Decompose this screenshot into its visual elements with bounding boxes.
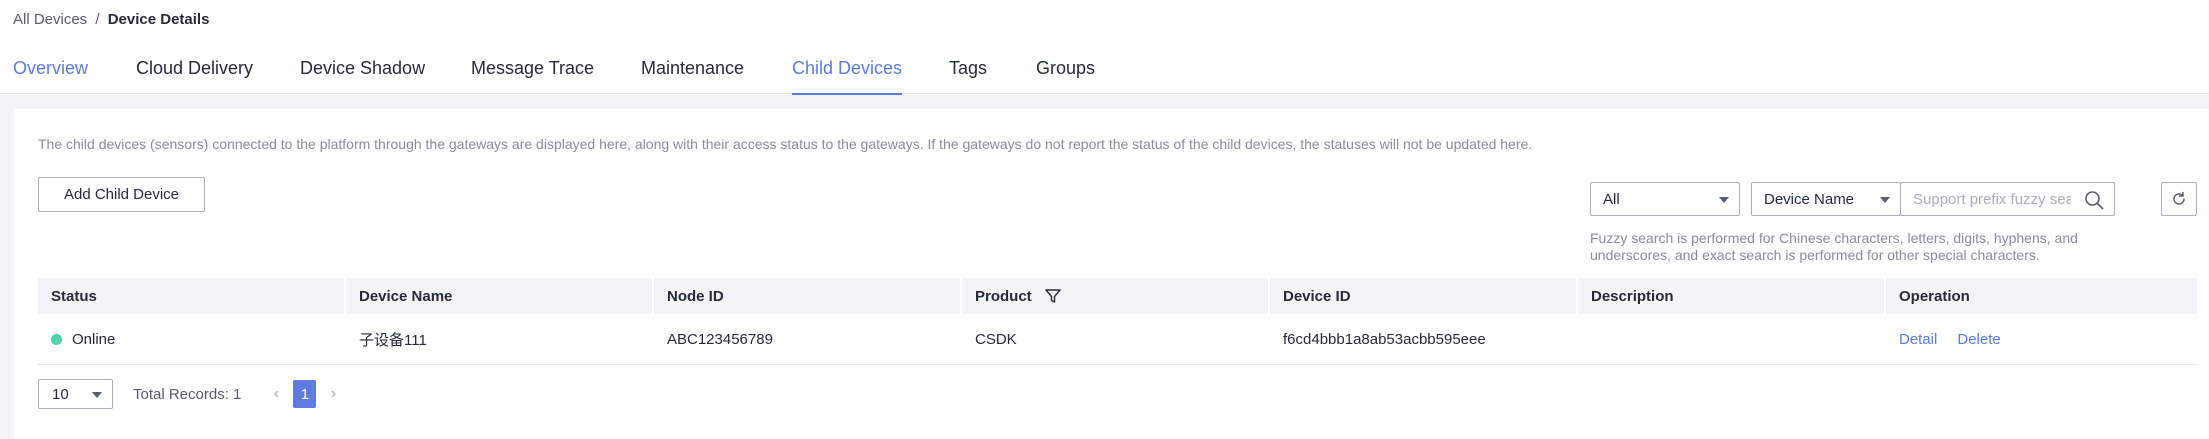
child-devices-hint: The child devices (sensors) connected to… — [38, 136, 1533, 152]
fuzzy-search-note: Fuzzy search is performed for Chinese ch… — [1590, 230, 2078, 263]
table-header: Status Device Name Node ID Product Devic… — [38, 278, 2197, 314]
status-cell: Online — [38, 314, 346, 364]
node-id-cell: ABC123456789 — [667, 330, 773, 348]
search-icon[interactable] — [2084, 190, 2104, 210]
chevron-down-icon — [92, 392, 102, 398]
child-devices-table: Status Device Name Node ID Product Devic… — [38, 278, 2197, 365]
tab-tags[interactable]: Tags — [949, 58, 987, 94]
status-text: Online — [72, 330, 116, 348]
child-devices-card — [14, 109, 2209, 439]
column-header-device-id: Device ID — [1270, 278, 1578, 314]
tab-groups[interactable]: Groups — [1036, 58, 1095, 94]
add-child-device-button[interactable]: Add Child Device — [38, 177, 205, 212]
tab-device-shadow[interactable]: Device Shadow — [300, 58, 425, 94]
delete-link[interactable]: Delete — [1957, 331, 2000, 348]
search-field-value: Device Name — [1764, 190, 1855, 208]
breadcrumb-parent-link[interactable]: All Devices — [13, 11, 87, 28]
description-cell — [1578, 314, 1886, 364]
search-input[interactable] — [1901, 190, 2071, 208]
device-id-cell: f6cd4bbb1a8ab53acbb595eee — [1283, 330, 1486, 348]
online-status-dot — [51, 333, 62, 345]
chevron-down-icon — [1880, 197, 1890, 203]
column-header-device-name: Device Name — [346, 278, 654, 314]
tab-maintenance[interactable]: Maintenance — [641, 58, 744, 94]
breadcrumb-current: Device Details — [107, 11, 210, 28]
operation-cell: Detail Delete — [1886, 314, 2197, 364]
status-filter-value: All — [1603, 190, 1620, 208]
search-field-select[interactable]: Device Name — [1751, 182, 1901, 216]
column-header-product: Product — [962, 278, 1270, 314]
column-header-node-id: Node ID — [654, 278, 962, 314]
tab-cloud-delivery[interactable]: Cloud Delivery — [136, 58, 253, 94]
page-size-value: 10 — [52, 385, 69, 403]
breadcrumb-separator: / — [95, 11, 100, 28]
product-cell: CSDK — [975, 330, 1017, 348]
total-records: Total Records: 1 — [133, 385, 242, 403]
next-page-icon[interactable]: › — [326, 385, 340, 403]
filter-icon[interactable] — [1044, 287, 1062, 305]
prev-page-icon[interactable]: ‹ — [269, 385, 283, 403]
tab-child-devices[interactable]: Child Devices — [792, 58, 903, 95]
tab-bar: Overview Cloud Delivery Device Shadow Me… — [0, 52, 2209, 95]
table-row: Online 子设备111 ABC123456789 CSDK f6cd4bbb… — [38, 314, 2197, 365]
chevron-down-icon — [1719, 197, 1729, 203]
tab-overview[interactable]: Overview — [13, 58, 88, 94]
breadcrumb: All Devices / Device Details — [13, 11, 209, 28]
tab-message-trace[interactable]: Message Trace — [471, 58, 594, 94]
page-number-current[interactable]: 1 — [293, 380, 317, 408]
refresh-button[interactable] — [2161, 182, 2197, 216]
column-header-status: Status — [38, 278, 346, 314]
detail-link[interactable]: Detail — [1899, 331, 1937, 348]
device-name-cell: 子设备111 — [359, 331, 427, 349]
column-header-description: Description — [1578, 278, 1886, 314]
column-header-operation: Operation — [1899, 287, 1970, 305]
refresh-icon — [2173, 191, 2185, 205]
pagination: 10 Total Records: 1 ‹ 1 › — [38, 379, 340, 409]
search-box — [1900, 182, 2115, 216]
status-filter-select[interactable]: All — [1590, 182, 1740, 216]
page-size-select[interactable]: 10 — [38, 379, 113, 409]
